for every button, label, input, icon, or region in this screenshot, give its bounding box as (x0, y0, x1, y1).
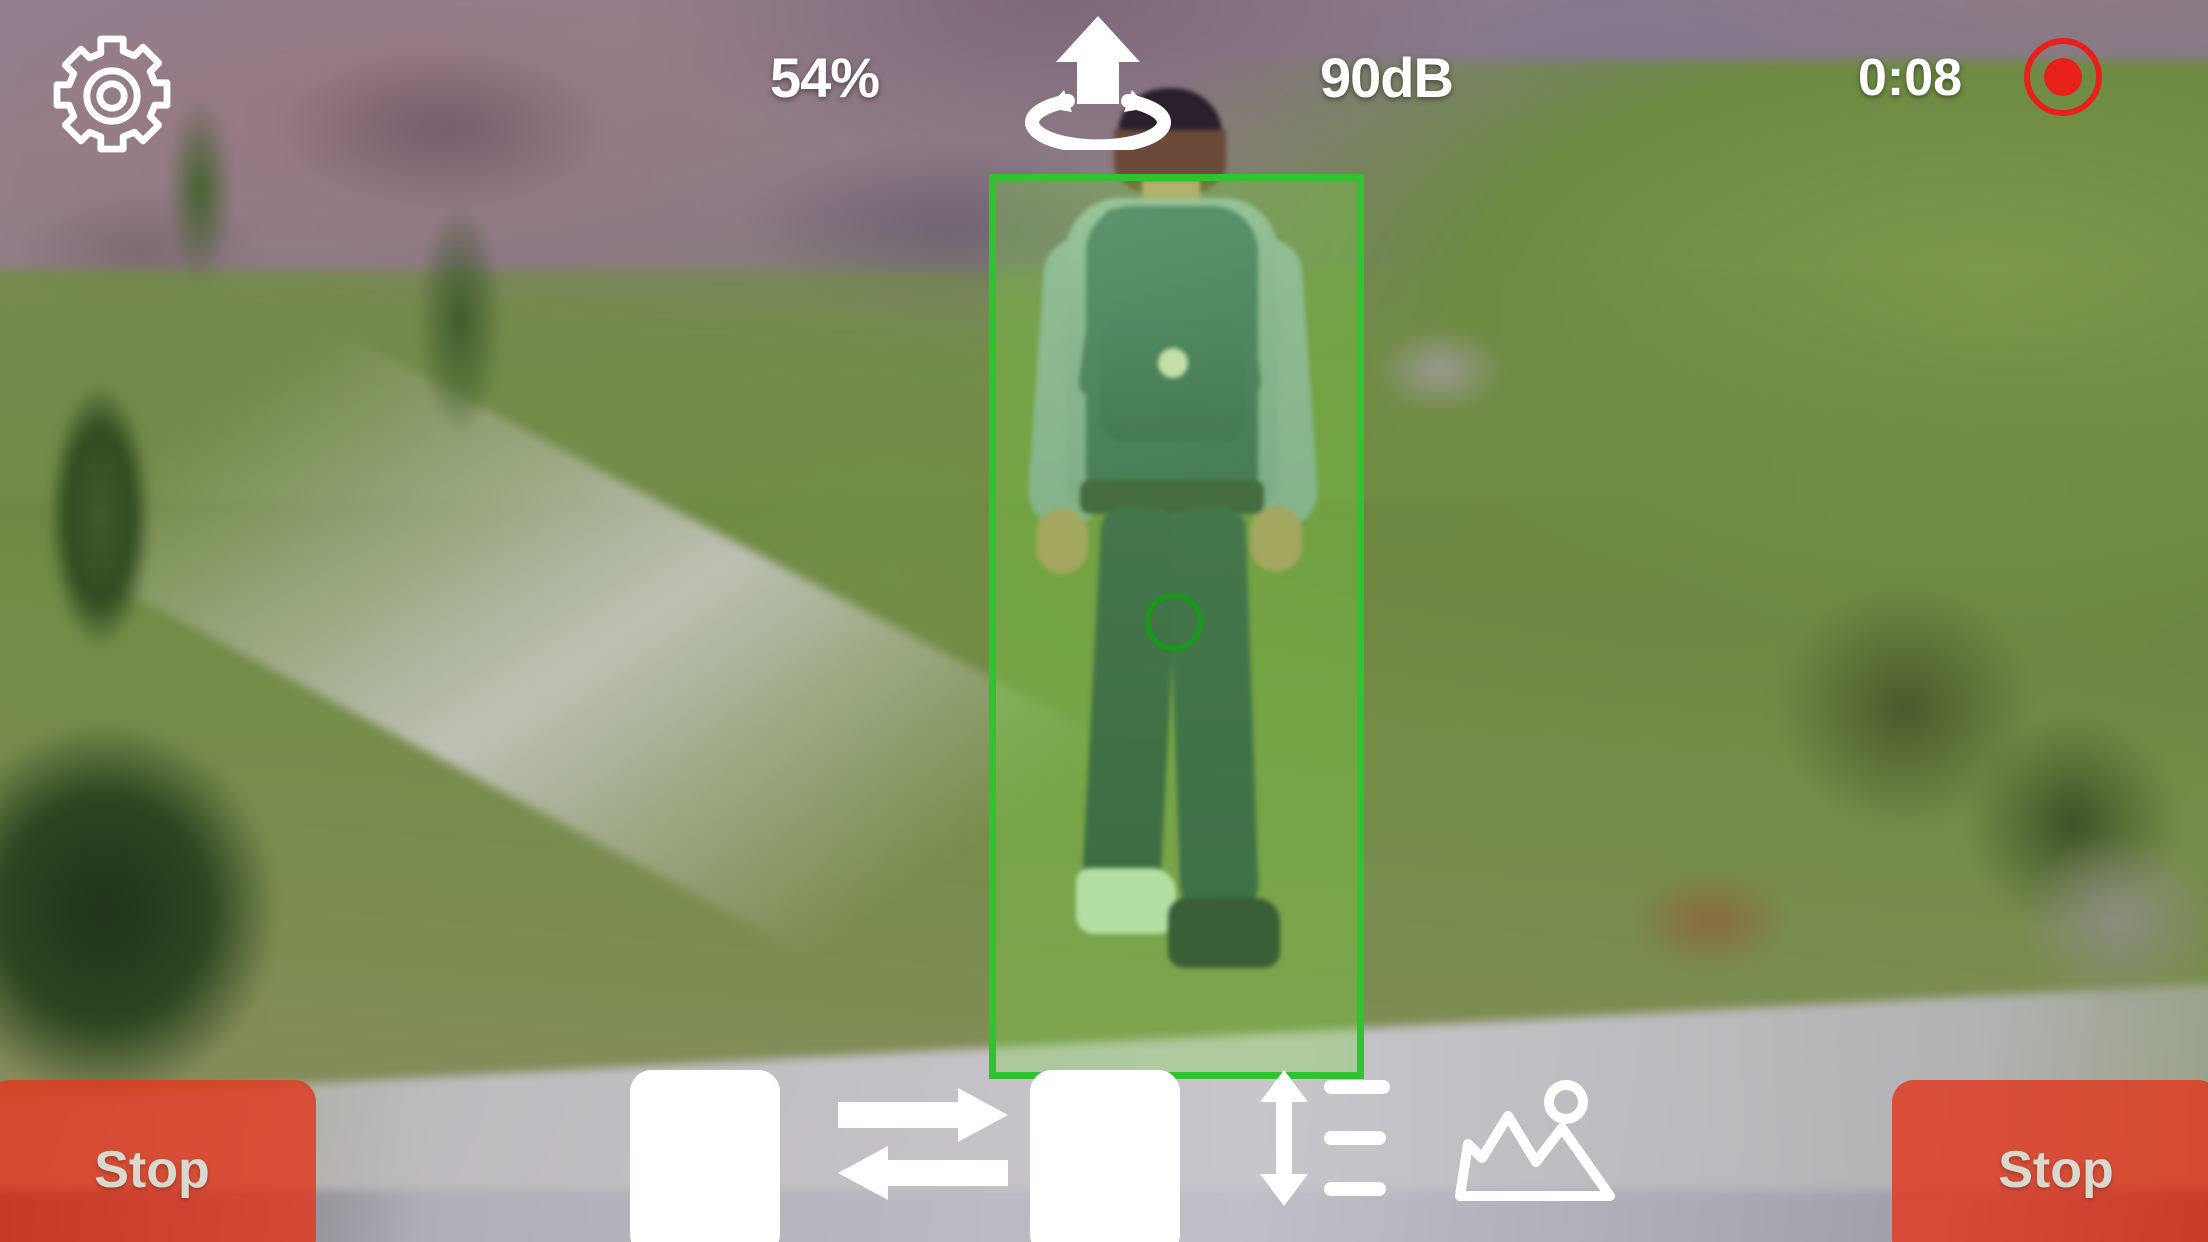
refresh-sync-icon (630, 1070, 780, 1242)
sync-toggle-button[interactable] (630, 1070, 780, 1242)
battery-percentage: 54% (770, 46, 880, 109)
orientation-indicator (988, 10, 1208, 150)
tracking-center-circle (1145, 593, 1203, 651)
rotate-up-arrow-icon (1025, 16, 1171, 150)
fit-height-arrow-icon (1030, 1070, 1180, 1242)
recording-timer: 0:08 (1858, 49, 1963, 107)
camera-viewfinder-screen: 54% 90dB 0:08 Stop Stop (0, 0, 2208, 1242)
background-heather (1580, 820, 1840, 1020)
up-down-arrow-lines-icon (1260, 1070, 1390, 1206)
vertical-spacing-control[interactable] (1248, 1070, 1396, 1206)
background-rock-right (1968, 760, 2208, 1080)
stop-button-left[interactable]: Stop (0, 1080, 316, 1242)
record-indicator-button[interactable] (2024, 38, 2102, 116)
fit-vertical-button[interactable] (1030, 1070, 1180, 1242)
gear-icon (53, 35, 171, 153)
horizontal-pan-control[interactable] (838, 1088, 1008, 1200)
background-tree-mid (360, 90, 560, 550)
stop-button-right[interactable]: Stop (1892, 1080, 2208, 1242)
record-dot-icon (2044, 58, 2082, 96)
left-right-arrows-icon (838, 1088, 1008, 1200)
audio-level-readout: 90dB (1320, 46, 1454, 109)
scene-mode-button[interactable] (1450, 1074, 1620, 1210)
mountain-landscape-icon (1455, 1080, 1615, 1201)
settings-button[interactable] (48, 32, 176, 160)
